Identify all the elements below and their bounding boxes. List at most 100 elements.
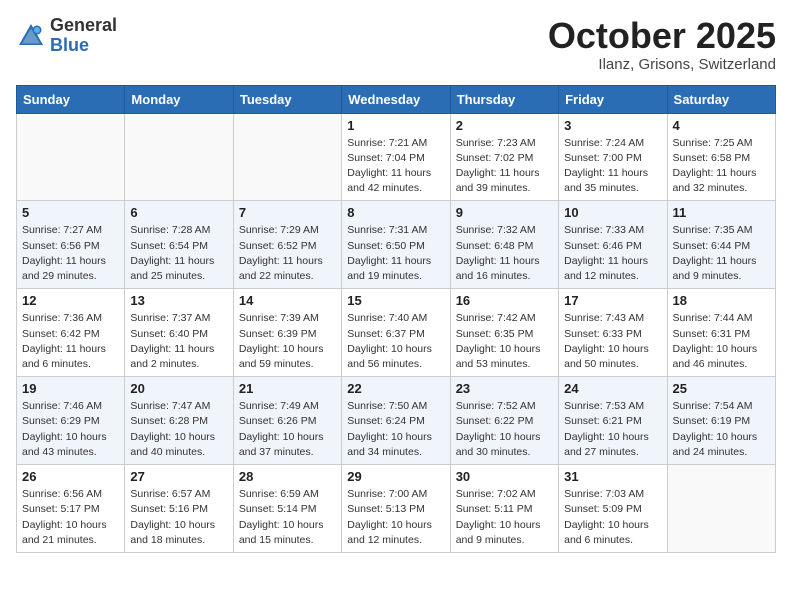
day-number: 25 (673, 381, 770, 396)
day-info: Sunrise: 7:37 AM Sunset: 6:40 PM Dayligh… (130, 311, 227, 372)
weekday-header-saturday: Saturday (667, 85, 775, 113)
calendar-cell: 29 Sunrise: 7:00 AM Sunset: 5:13 PM Dayli… (342, 465, 450, 553)
day-number: 1 (347, 118, 444, 133)
day-number: 13 (130, 293, 227, 308)
calendar-cell: 25Sunrise: 7:54 AM Sunset: 6:19 PM Dayli… (667, 377, 775, 465)
calendar-cell: 18 Sunrise: 7:44 AM Sunset: 6:31 PM Dayli… (667, 289, 775, 377)
day-info: Sunrise: 7:21 AM Sunset: 7:04 PM Dayligh… (347, 136, 444, 197)
day-number: 12 (22, 293, 119, 308)
calendar-cell: 2 Sunrise: 7:23 AM Sunset: 7:02 PM Daylig… (450, 113, 558, 201)
day-number: 27 (130, 469, 227, 484)
day-number: 8 (347, 205, 444, 220)
day-number: 23 (456, 381, 553, 396)
month-title: October 2025 (548, 16, 776, 56)
logo-blue: Blue (50, 36, 117, 56)
day-number: 28 (239, 469, 336, 484)
weekday-header-monday: Monday (125, 85, 233, 113)
calendar-cell: 9 Sunrise: 7:32 AM Sunset: 6:48 PM Daylig… (450, 201, 558, 289)
calendar-cell: 22 Sunrise: 7:50 AM Sunset: 6:24 PM Dayli… (342, 377, 450, 465)
day-info: Sunrise: 7:33 AM Sunset: 6:46 PM Dayligh… (564, 223, 661, 284)
day-info: Sunrise: 7:49 AM Sunset: 6:26 PM Dayligh… (239, 399, 336, 460)
calendar-cell: 4 Sunrise: 7:25 AM Sunset: 6:58 PM Daylig… (667, 113, 775, 201)
day-info: Sunrise: 7:25 AM Sunset: 6:58 PM Dayligh… (673, 136, 770, 197)
day-info: Sunrise: 7:44 AM Sunset: 6:31 PM Dayligh… (673, 311, 770, 372)
calendar-cell: 15 Sunrise: 7:40 AM Sunset: 6:37 PM Dayli… (342, 289, 450, 377)
day-info: Sunrise: 7:02 AM Sunset: 5:11 PM Dayligh… (456, 487, 553, 548)
calendar-cell: 28Sunrise: 6:59 AM Sunset: 5:14 PM Dayli… (233, 465, 341, 553)
day-info: Sunrise: 7:39 AM Sunset: 6:39 PM Dayligh… (239, 311, 336, 372)
calendar-cell: 3Sunrise: 7:24 AM Sunset: 7:00 PM Daylig… (559, 113, 667, 201)
page-header: General Blue October 2025 Ilanz, Grisons… (16, 16, 776, 73)
day-info: Sunrise: 7:42 AM Sunset: 6:35 PM Dayligh… (456, 311, 553, 372)
calendar-cell: 1 Sunrise: 7:21 AM Sunset: 7:04 PM Daylig… (342, 113, 450, 201)
day-number: 21 (239, 381, 336, 396)
weekday-header-wednesday: Wednesday (342, 85, 450, 113)
day-number: 17 (564, 293, 661, 308)
day-info: Sunrise: 7:52 AM Sunset: 6:22 PM Dayligh… (456, 399, 553, 460)
weekday-header-tuesday: Tuesday (233, 85, 341, 113)
day-number: 30 (456, 469, 553, 484)
calendar-cell (233, 113, 341, 201)
day-info: Sunrise: 6:57 AM Sunset: 5:16 PM Dayligh… (130, 487, 227, 548)
day-info: Sunrise: 7:46 AM Sunset: 6:29 PM Dayligh… (22, 399, 119, 460)
calendar-cell: 7Sunrise: 7:29 AM Sunset: 6:52 PM Daylig… (233, 201, 341, 289)
day-info: Sunrise: 7:27 AM Sunset: 6:56 PM Dayligh… (22, 223, 119, 284)
day-info: Sunrise: 7:53 AM Sunset: 6:21 PM Dayligh… (564, 399, 661, 460)
day-number: 9 (456, 205, 553, 220)
location: Ilanz, Grisons, Switzerland (548, 56, 776, 73)
logo: General Blue (16, 16, 117, 56)
calendar-cell: 13 Sunrise: 7:37 AM Sunset: 6:40 PM Dayli… (125, 289, 233, 377)
day-info: Sunrise: 7:23 AM Sunset: 7:02 PM Dayligh… (456, 136, 553, 197)
day-number: 15 (347, 293, 444, 308)
day-number: 22 (347, 381, 444, 396)
day-number: 24 (564, 381, 661, 396)
day-info: Sunrise: 7:47 AM Sunset: 6:28 PM Dayligh… (130, 399, 227, 460)
day-info: Sunrise: 6:56 AM Sunset: 5:17 PM Dayligh… (22, 487, 119, 548)
calendar-cell: 16Sunrise: 7:42 AM Sunset: 6:35 PM Dayli… (450, 289, 558, 377)
calendar-cell: 10 Sunrise: 7:33 AM Sunset: 6:46 PM Dayli… (559, 201, 667, 289)
week-row-2: 5 Sunrise: 7:27 AM Sunset: 6:56 PM Daylig… (17, 201, 776, 289)
week-row-3: 12Sunrise: 7:36 AM Sunset: 6:42 PM Dayli… (17, 289, 776, 377)
weekday-header-friday: Friday (559, 85, 667, 113)
day-info: Sunrise: 7:00 AM Sunset: 5:13 PM Dayligh… (347, 487, 444, 548)
calendar-cell: 24 Sunrise: 7:53 AM Sunset: 6:21 PM Dayli… (559, 377, 667, 465)
calendar-cell (17, 113, 125, 201)
day-info: Sunrise: 7:32 AM Sunset: 6:48 PM Dayligh… (456, 223, 553, 284)
day-info: Sunrise: 7:03 AM Sunset: 5:09 PM Dayligh… (564, 487, 661, 548)
day-number: 10 (564, 205, 661, 220)
week-row-1: 1 Sunrise: 7:21 AM Sunset: 7:04 PM Daylig… (17, 113, 776, 201)
day-info: Sunrise: 7:31 AM Sunset: 6:50 PM Dayligh… (347, 223, 444, 284)
weekday-header-row: SundayMondayTuesdayWednesdayThursdayFrid… (17, 85, 776, 113)
day-number: 6 (130, 205, 227, 220)
day-number: 5 (22, 205, 119, 220)
day-info: Sunrise: 7:28 AM Sunset: 6:54 PM Dayligh… (130, 223, 227, 284)
day-number: 19 (22, 381, 119, 396)
day-number: 14 (239, 293, 336, 308)
calendar-cell (667, 465, 775, 553)
calendar-cell: 6 Sunrise: 7:28 AM Sunset: 6:54 PM Daylig… (125, 201, 233, 289)
day-number: 26 (22, 469, 119, 484)
day-number: 29 (347, 469, 444, 484)
calendar: SundayMondayTuesdayWednesdayThursdayFrid… (16, 85, 776, 553)
day-info: Sunrise: 7:43 AM Sunset: 6:33 PM Dayligh… (564, 311, 661, 372)
calendar-cell: 23 Sunrise: 7:52 AM Sunset: 6:22 PM Dayli… (450, 377, 558, 465)
day-number: 2 (456, 118, 553, 133)
day-info: Sunrise: 7:40 AM Sunset: 6:37 PM Dayligh… (347, 311, 444, 372)
day-info: Sunrise: 7:29 AM Sunset: 6:52 PM Dayligh… (239, 223, 336, 284)
day-number: 4 (673, 118, 770, 133)
logo-general: General (50, 16, 117, 36)
day-number: 31 (564, 469, 661, 484)
day-info: Sunrise: 7:24 AM Sunset: 7:00 PM Dayligh… (564, 136, 661, 197)
day-number: 18 (673, 293, 770, 308)
calendar-cell: 27 Sunrise: 6:57 AM Sunset: 5:16 PM Dayli… (125, 465, 233, 553)
calendar-cell: 12Sunrise: 7:36 AM Sunset: 6:42 PM Dayli… (17, 289, 125, 377)
calendar-cell: 11Sunrise: 7:35 AM Sunset: 6:44 PM Dayli… (667, 201, 775, 289)
calendar-cell: 8 Sunrise: 7:31 AM Sunset: 6:50 PM Daylig… (342, 201, 450, 289)
calendar-cell: 5 Sunrise: 7:27 AM Sunset: 6:56 PM Daylig… (17, 201, 125, 289)
week-row-5: 26 Sunrise: 6:56 AM Sunset: 5:17 PM Dayli… (17, 465, 776, 553)
calendar-cell: 14 Sunrise: 7:39 AM Sunset: 6:39 PM Dayli… (233, 289, 341, 377)
calendar-cell (125, 113, 233, 201)
logo-text: General Blue (50, 16, 117, 56)
day-info: Sunrise: 7:50 AM Sunset: 6:24 PM Dayligh… (347, 399, 444, 460)
calendar-cell: 30 Sunrise: 7:02 AM Sunset: 5:11 PM Dayli… (450, 465, 558, 553)
